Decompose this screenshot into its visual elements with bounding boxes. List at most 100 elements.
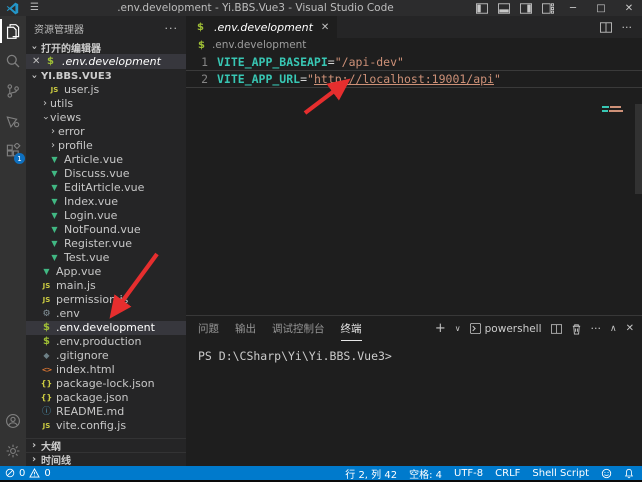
open-editors-section[interactable]: › 打开的编辑器: [26, 40, 186, 54]
split-editor-icon[interactable]: [600, 22, 612, 33]
indentation[interactable]: 空格: 4: [409, 466, 442, 481]
outline-section[interactable]: › 大纲: [26, 438, 186, 452]
url-link[interactable]: http://localhost:19001/api: [314, 71, 494, 87]
breadcrumb[interactable]: $ .env.development: [186, 38, 642, 52]
tree-item-profile[interactable]: ›profile: [26, 139, 186, 153]
tree-item-readme-md[interactable]: ⓘREADME.md: [26, 405, 186, 419]
shell-file-icon: $: [44, 56, 57, 67]
sidebar-more-actions-icon[interactable]: ···: [165, 22, 179, 35]
tree-item-label: views: [50, 111, 81, 125]
tree-item-label: error: [58, 125, 85, 139]
tree-item-test-vue[interactable]: ▼Test.vue: [26, 251, 186, 265]
notifications-bell-icon[interactable]: [624, 468, 634, 479]
minimap[interactable]: [602, 106, 632, 114]
terminal-shell-item[interactable]: powershell: [470, 323, 542, 335]
tree-item-discuss-vue[interactable]: ▼Discuss.vue: [26, 167, 186, 181]
tree-item--gitignore[interactable]: ◆.gitignore: [26, 349, 186, 363]
kill-terminal-icon[interactable]: [571, 323, 582, 335]
minimize-button[interactable]: ─: [560, 0, 586, 16]
settings-gear-icon[interactable]: [0, 436, 26, 466]
env-value: "/api-dev": [335, 54, 404, 70]
open-editor-item[interactable]: ✕ $ .env.development: [26, 54, 186, 69]
tree-item-notfound-vue[interactable]: ▼NotFound.vue: [26, 223, 186, 237]
tree-item--env-production[interactable]: $.env.production: [26, 335, 186, 349]
source-control-icon[interactable]: [0, 76, 26, 106]
tree-item-permission-js[interactable]: JSpermission.js: [26, 293, 186, 307]
activity-bar: 1: [0, 16, 26, 466]
js-icon: JS: [40, 419, 53, 433]
panel-tab-1[interactable]: 输出: [235, 316, 256, 341]
cursor-position[interactable]: 行 2, 列 42: [345, 466, 397, 481]
tree-item-article-vue[interactable]: ▼Article.vue: [26, 153, 186, 167]
shell-file-icon: $: [198, 40, 205, 51]
chevron-expanded-icon: ›: [38, 113, 52, 123]
run-debug-icon[interactable]: [0, 106, 26, 136]
tree-item-package-lock-json[interactable]: {}package-lock.json: [26, 377, 186, 391]
tree-item-index-html[interactable]: <>index.html: [26, 363, 186, 377]
tree-item-label: utils: [50, 97, 73, 111]
warnings-count[interactable]: 0: [44, 468, 50, 479]
errors-count[interactable]: 0: [19, 468, 25, 479]
close-button[interactable]: ✕: [616, 0, 642, 16]
code-editor[interactable]: 1 VITE_APP_BASEAPI="/api-dev" 2 VITE_APP…: [186, 52, 642, 88]
tree-item-label: EditArticle.vue: [64, 181, 144, 195]
timeline-section[interactable]: › 时间线: [26, 452, 186, 466]
tree-item--env[interactable]: ⚙.env: [26, 307, 186, 321]
open-editors-label: 打开的编辑器: [41, 40, 101, 55]
toggle-sidebar-icon[interactable]: [472, 0, 492, 16]
eol-sequence[interactable]: CRLF: [495, 468, 520, 479]
tree-item-editarticle-vue[interactable]: ▼EditArticle.vue: [26, 181, 186, 195]
editor-scrollbar[interactable]: [635, 104, 642, 194]
account-icon[interactable]: [0, 406, 26, 436]
vue-icon: ▼: [48, 181, 61, 195]
tree-item-user-js[interactable]: JSuser.js: [26, 83, 186, 97]
tree-item-label: App.vue: [56, 265, 101, 279]
explorer-icon[interactable]: [0, 16, 26, 46]
terminal-output[interactable]: PS D:\CSharp\Yi\Yi.BBS.Vue3>: [186, 341, 642, 363]
tab-env-development[interactable]: $ .env.development ✕: [186, 16, 337, 38]
language-mode[interactable]: Shell Script: [532, 468, 589, 479]
panel-tab-3[interactable]: 终端: [341, 316, 362, 341]
extensions-icon[interactable]: 1: [0, 136, 26, 166]
tree-item-views[interactable]: ›views: [26, 111, 186, 125]
operator: =: [328, 54, 335, 70]
close-editor-icon[interactable]: ✕: [32, 56, 44, 67]
tree-item-vite-config-js[interactable]: JSvite.config.js: [26, 419, 186, 433]
tree-item-error[interactable]: ›error: [26, 125, 186, 139]
maximize-button[interactable]: □: [588, 0, 614, 16]
split-terminal-icon[interactable]: [551, 324, 562, 334]
json-icon: {}: [40, 391, 53, 405]
tree-item-main-js[interactable]: JSmain.js: [26, 279, 186, 293]
panel-tab-2[interactable]: 调试控制台: [272, 316, 325, 341]
errors-icon: [5, 468, 15, 478]
feedback-smiley-icon[interactable]: [601, 468, 612, 479]
readme-icon: ⓘ: [40, 405, 53, 419]
tree-item-index-vue[interactable]: ▼Index.vue: [26, 195, 186, 209]
vue-icon: ▼: [48, 237, 61, 251]
toggle-secondary-sidebar-icon[interactable]: [516, 0, 536, 16]
project-section-header[interactable]: › YI.BBS.VUE3: [26, 69, 186, 83]
tree-item-label: Test.vue: [64, 251, 109, 265]
close-panel-icon[interactable]: ✕: [626, 323, 634, 334]
new-terminal-icon[interactable]: +: [435, 321, 446, 336]
tree-item-register-vue[interactable]: ▼Register.vue: [26, 237, 186, 251]
menu-icon[interactable]: ☰: [30, 3, 39, 13]
tree-item-login-vue[interactable]: ▼Login.vue: [26, 209, 186, 223]
panel-more-actions-icon[interactable]: ···: [591, 322, 602, 335]
tree-item-package-json[interactable]: {}package.json: [26, 391, 186, 405]
search-icon[interactable]: [0, 46, 26, 76]
encoding[interactable]: UTF-8: [454, 468, 483, 479]
tree-item--env-development[interactable]: $.env.development: [26, 321, 186, 335]
tree-item-app-vue[interactable]: ▼App.vue: [26, 265, 186, 279]
terminal-dropdown-icon[interactable]: ∨: [455, 324, 461, 333]
window-title: .env.development - Yi.BBS.Vue3 - Visual …: [39, 2, 472, 14]
toggle-panel-icon[interactable]: [494, 0, 514, 16]
maximize-panel-icon[interactable]: ∧: [610, 324, 617, 334]
tree-item-utils[interactable]: ›utils: [26, 97, 186, 111]
editor-more-actions-icon[interactable]: ···: [622, 21, 633, 34]
customize-layout-icon[interactable]: [538, 0, 558, 16]
chevron-expanded-icon: ›: [29, 42, 40, 52]
editor-area: $ .env.development ✕ ··· $ .env.developm…: [186, 16, 642, 315]
panel-tab-0[interactable]: 问题: [198, 316, 219, 341]
close-tab-icon[interactable]: ✕: [321, 22, 329, 33]
